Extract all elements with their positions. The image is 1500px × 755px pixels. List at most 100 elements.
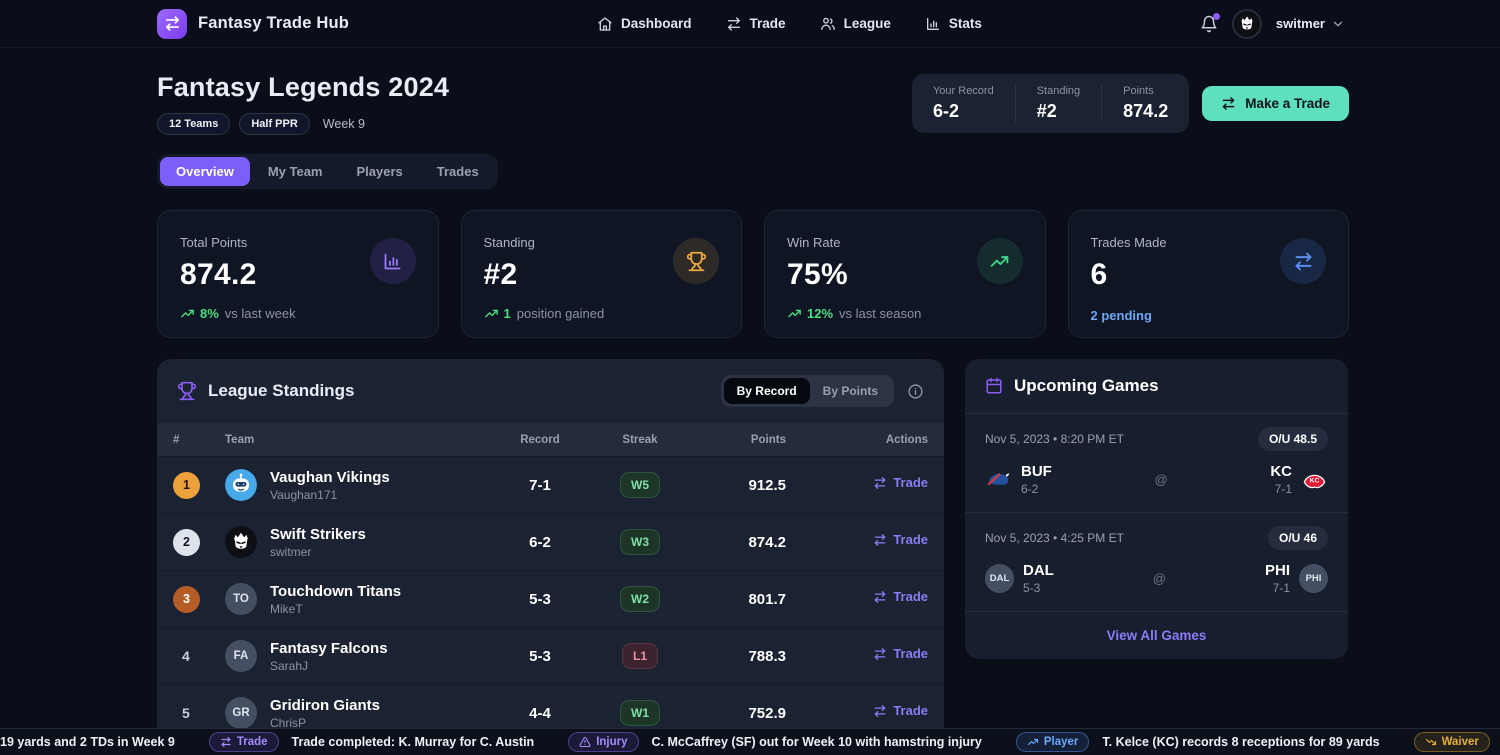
home-team-record: 7-1	[1270, 482, 1292, 496]
user-menu[interactable]: switmer	[1276, 16, 1345, 31]
badge-label: Trade	[237, 736, 268, 748]
col-points: Points	[690, 434, 786, 446]
away-team-abbr: DAL	[1023, 562, 1054, 579]
nav-label: Dashboard	[621, 16, 692, 31]
ticker-text: 19 yards and 2 TDs in Week 9	[0, 735, 175, 749]
top-navbar: Fantasy Trade Hub Dashboard Trade League…	[0, 0, 1500, 48]
league-meta: 12 Teams Half PPR Week 9	[157, 113, 449, 135]
chiefs-logo-icon: KC	[1301, 466, 1328, 493]
team-name: Gridiron Giants	[270, 697, 380, 714]
record-summary-card: Your Record 6-2 Standing #2 Points 874.2	[912, 74, 1189, 133]
toggle-by-record[interactable]: By Record	[724, 378, 810, 404]
trade-label: Trade	[893, 646, 928, 661]
toggle-by-points[interactable]: By Points	[810, 378, 891, 404]
trend-value: 8%	[200, 306, 219, 321]
swap-icon	[1280, 238, 1326, 284]
trend-up-icon	[977, 238, 1023, 284]
team-name: Swift Strikers	[270, 526, 366, 543]
user-avatar[interactable]	[1232, 9, 1262, 39]
stat-cards-row: Total Points 874.2 8% vs last week Stand…	[157, 210, 1349, 338]
home-team-record: 7-1	[1265, 581, 1290, 595]
main-nav: Dashboard Trade League Stats	[567, 16, 982, 32]
teams-badge: 12 Teams	[157, 113, 230, 135]
upcoming-games-header: Upcoming Games	[965, 359, 1348, 414]
away-team-abbr: BUF	[1021, 463, 1052, 480]
game-row: Nov 5, 2023 • 8:20 PM ET O/U 48.5 BUF 6-…	[965, 414, 1348, 513]
streak-badge: W5	[620, 472, 660, 498]
over-under-badge: O/U 48.5	[1258, 427, 1328, 451]
stat-card-win-rate: Win Rate 75% 12% vs last season	[764, 210, 1046, 338]
trend-value: 1	[504, 306, 511, 321]
nav-label: League	[844, 16, 891, 31]
ticker-item: Trade Trade completed: K. Murray for C. …	[209, 732, 534, 752]
nav-item-trade[interactable]: Trade	[726, 16, 786, 32]
home-team-abbr: KC	[1270, 463, 1292, 480]
tab-trades[interactable]: Trades	[421, 157, 495, 186]
make-a-trade-button[interactable]: Make a Trade	[1202, 86, 1349, 121]
injury-badge: Injury	[568, 732, 638, 752]
record-value: #2	[1037, 101, 1080, 122]
home-icon	[597, 16, 613, 32]
tab-overview[interactable]: Overview	[160, 157, 250, 186]
tab-my-team[interactable]: My Team	[252, 157, 339, 186]
tabs-row: Overview My Team Players Trades	[0, 135, 1500, 189]
calendar-icon	[985, 377, 1003, 395]
alert-triangle-icon	[579, 736, 591, 748]
eagles-logo-circle: PHI	[1299, 564, 1328, 593]
badge-label: Waiver	[1442, 736, 1479, 748]
ticker-item: Waiver D. Hopkins claimed off waivers	[1414, 732, 1500, 752]
notifications-bell-icon[interactable]	[1200, 15, 1218, 33]
team-record: 7-1	[490, 477, 590, 494]
table-row: 2 Swift Strikers switmer 6-2 W3 874.2 Tr…	[157, 513, 944, 570]
trade-action-link[interactable]: Trade	[873, 703, 928, 718]
fantasy-trade-hub-page: Fantasy Trade Hub Dashboard Trade League…	[0, 0, 1500, 755]
bar-chart-icon	[370, 238, 416, 284]
team-avatar-mascot	[225, 526, 257, 558]
trophy-icon	[673, 238, 719, 284]
trade-action-link[interactable]: Trade	[873, 475, 928, 490]
game-datetime: Nov 5, 2023 • 8:20 PM ET	[985, 432, 1124, 446]
trend-up-icon: 1	[484, 306, 511, 321]
col-actions: Actions	[786, 434, 928, 446]
info-icon[interactable]	[907, 383, 924, 400]
team-owner: SarahJ	[270, 659, 388, 673]
record-label: Your Record	[933, 85, 994, 97]
standings-header: League Standings By Record By Points	[157, 359, 944, 423]
nav-item-league[interactable]: League	[820, 16, 891, 32]
trend-up-icon: 12%	[787, 306, 833, 321]
team-points: 788.3	[690, 648, 786, 665]
tab-players[interactable]: Players	[341, 157, 419, 186]
sort-toggle: By Record By Points	[721, 375, 894, 407]
swap-icon	[726, 16, 742, 32]
team-points: 801.7	[690, 591, 786, 608]
your-record-cell: Your Record 6-2	[912, 85, 1015, 122]
over-under-badge: O/U 46	[1268, 526, 1328, 550]
team-record: 5-3	[490, 648, 590, 665]
view-all-games-link[interactable]: View All Games	[965, 612, 1348, 659]
trend-suffix: vs last week	[225, 306, 296, 321]
bar-chart-icon	[925, 16, 941, 32]
upcoming-games-panel: Upcoming Games Nov 5, 2023 • 8:20 PM ET …	[965, 359, 1348, 659]
at-symbol: @	[1054, 571, 1265, 586]
col-team: Team	[225, 434, 490, 446]
trend-up-icon: 8%	[180, 306, 219, 321]
rank-number: 5	[173, 705, 225, 721]
trophy-icon	[177, 381, 197, 401]
team-record: 6-2	[490, 534, 590, 551]
nav-item-dashboard[interactable]: Dashboard	[597, 16, 692, 32]
trade-action-link[interactable]: Trade	[873, 646, 928, 661]
ticker-item: Player T. Kelce (KC) records 8 reception…	[1016, 732, 1380, 752]
trade-action-link[interactable]: Trade	[873, 589, 928, 604]
col-record: Record	[490, 434, 590, 446]
scoring-badge: Half PPR	[239, 113, 309, 135]
brand[interactable]: Fantasy Trade Hub	[157, 9, 349, 39]
standing-cell: Standing #2	[1015, 85, 1101, 122]
make-trade-label: Make a Trade	[1245, 96, 1330, 111]
week-label: Week 9	[323, 117, 365, 131]
username: switmer	[1276, 16, 1325, 31]
notification-dot	[1213, 13, 1220, 20]
team-owner: switmer	[270, 545, 366, 559]
trade-action-link[interactable]: Trade	[873, 532, 928, 547]
record-label: Standing	[1037, 85, 1080, 97]
nav-item-stats[interactable]: Stats	[925, 16, 982, 32]
